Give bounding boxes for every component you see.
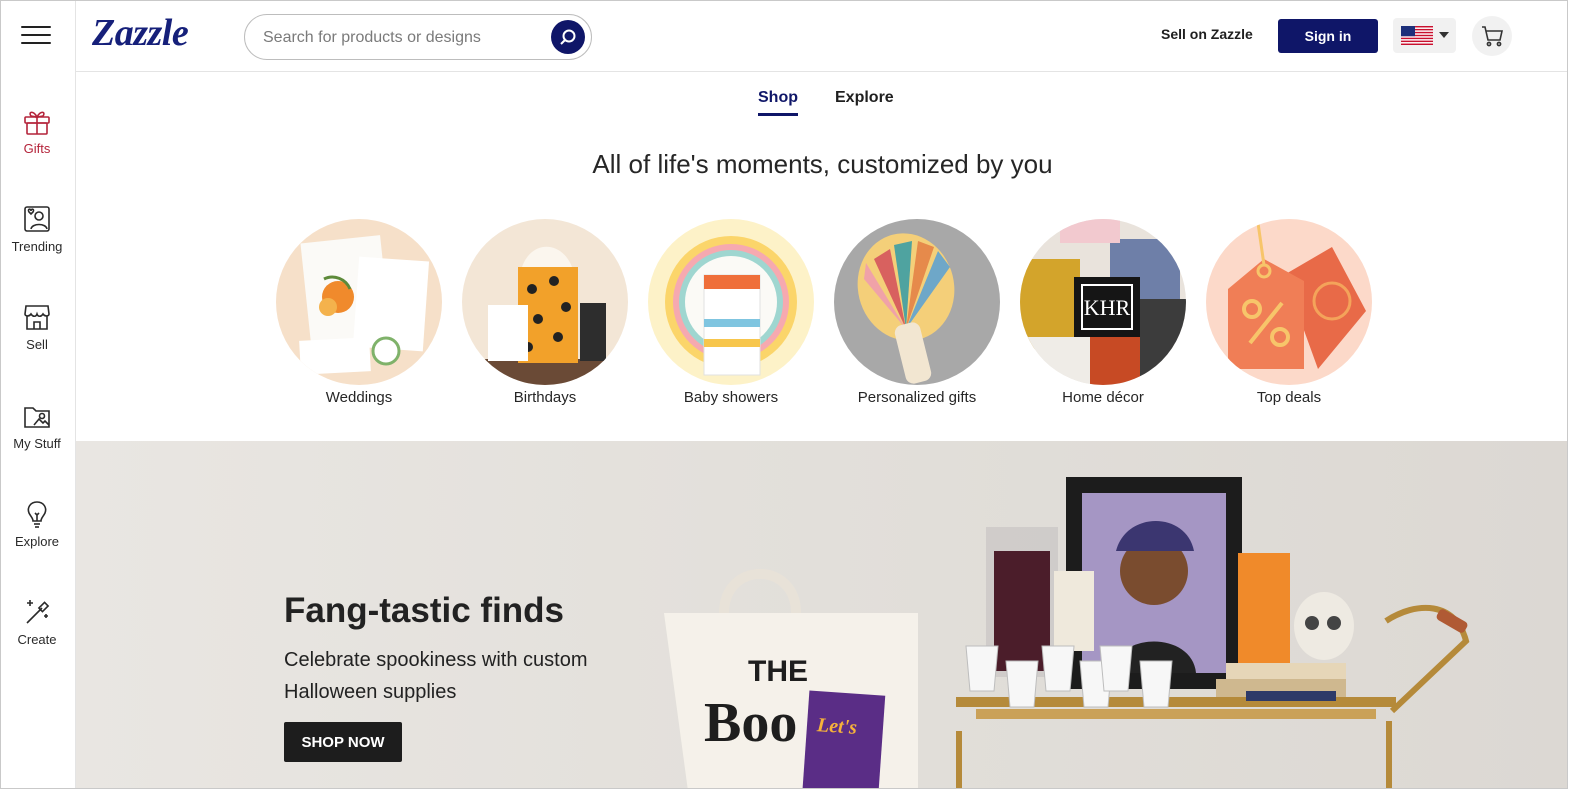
rail-item-trending[interactable]: Trending	[1, 204, 73, 254]
us-flag-icon	[1401, 26, 1433, 45]
trending-icon	[24, 206, 50, 232]
search-button[interactable]	[551, 20, 585, 54]
locale-selector[interactable]	[1393, 18, 1456, 53]
weddings-image	[276, 219, 442, 385]
svg-text:KHR: KHR	[1084, 295, 1131, 320]
sign-in-button[interactable]: Sign in	[1278, 19, 1378, 53]
rail-label-explore: Explore	[14, 534, 60, 549]
tab-explore[interactable]: Explore	[835, 89, 894, 113]
rail-item-gifts[interactable]: Gifts	[1, 106, 73, 156]
rail-item-sell[interactable]: Sell	[1, 302, 73, 352]
search-input[interactable]	[263, 26, 533, 50]
cart-button[interactable]	[1472, 16, 1512, 56]
top-deals-image	[1206, 219, 1372, 385]
category-weddings[interactable]: Weddings	[275, 219, 443, 406]
baby-showers-image	[648, 219, 814, 385]
top-header: Zazzle Sell on Zazzle Sign in	[76, 1, 1567, 72]
rail-label-create: Create	[17, 632, 57, 647]
chevron-down-icon	[1439, 32, 1449, 38]
shop-explore-tabs: Shop Explore	[76, 89, 1567, 119]
category-personalized-gifts[interactable]: Personalized gifts	[833, 219, 1001, 406]
search-icon	[560, 29, 576, 45]
search-bar	[244, 14, 592, 60]
tab-shop[interactable]: Shop	[758, 89, 798, 116]
rail-label-mystuff: My Stuff	[13, 436, 61, 451]
birthdays-image	[462, 219, 628, 385]
rail-item-explore[interactable]: Explore	[1, 499, 73, 549]
category-label-baby-showers: Baby showers	[683, 389, 779, 406]
category-home-decor[interactable]: KHR Home décor	[1019, 219, 1187, 406]
category-top-deals[interactable]: Top deals	[1205, 219, 1373, 406]
svg-text:THE: THE	[748, 655, 808, 688]
rail-label-sell: Sell	[26, 337, 48, 352]
category-label-weddings: Weddings	[325, 389, 393, 406]
sell-on-zazzle-link[interactable]: Sell on Zazzle	[1161, 26, 1253, 42]
personalized-gifts-image	[834, 219, 1000, 385]
rail-label-trending: Trending	[11, 239, 63, 254]
rail-label-gifts: Gifts	[23, 141, 51, 156]
category-birthdays[interactable]: Birthdays	[461, 219, 629, 406]
category-label-top-deals: Top deals	[1256, 389, 1322, 406]
shop-now-button[interactable]: SHOP NOW	[284, 722, 402, 762]
category-label-birthdays: Birthdays	[513, 389, 577, 406]
gift-icon	[24, 111, 50, 135]
page-headline: All of life's moments, customized by you	[592, 149, 1053, 179]
home-decor-image: KHR	[1020, 219, 1186, 385]
category-label-personalized-gifts: Personalized gifts	[857, 389, 977, 406]
category-label-home-decor: Home décor	[1062, 389, 1144, 406]
hero-subtitle: Celebrate spookiness with custom Hallowe…	[284, 649, 588, 703]
halloween-hero-banner: THE Boo Let's Fang-tastic finds Celebrat…	[76, 441, 1567, 788]
left-rail: Gifts Trending Sell My Stuff Explore Cre…	[1, 1, 76, 788]
svg-text:Let's: Let's	[815, 714, 858, 739]
hero-title: Fang-tastic finds	[284, 591, 565, 630]
svg-text:Boo: Boo	[704, 692, 797, 754]
storefront-icon	[24, 305, 50, 330]
folder-icon	[24, 407, 50, 428]
cart-icon	[1482, 26, 1503, 47]
rail-item-mystuff[interactable]: My Stuff	[1, 401, 73, 451]
browser-viewport: Gifts Trending Sell My Stuff Explore Cre…	[0, 0, 1568, 789]
zazzle-logo[interactable]: Zazzle	[92, 11, 189, 55]
rail-item-create[interactable]: Create	[1, 597, 73, 647]
category-baby-showers[interactable]: Baby showers	[647, 219, 815, 406]
magic-wand-icon	[26, 600, 50, 624]
lightbulb-icon	[27, 501, 47, 528]
menu-icon[interactable]	[21, 26, 51, 46]
